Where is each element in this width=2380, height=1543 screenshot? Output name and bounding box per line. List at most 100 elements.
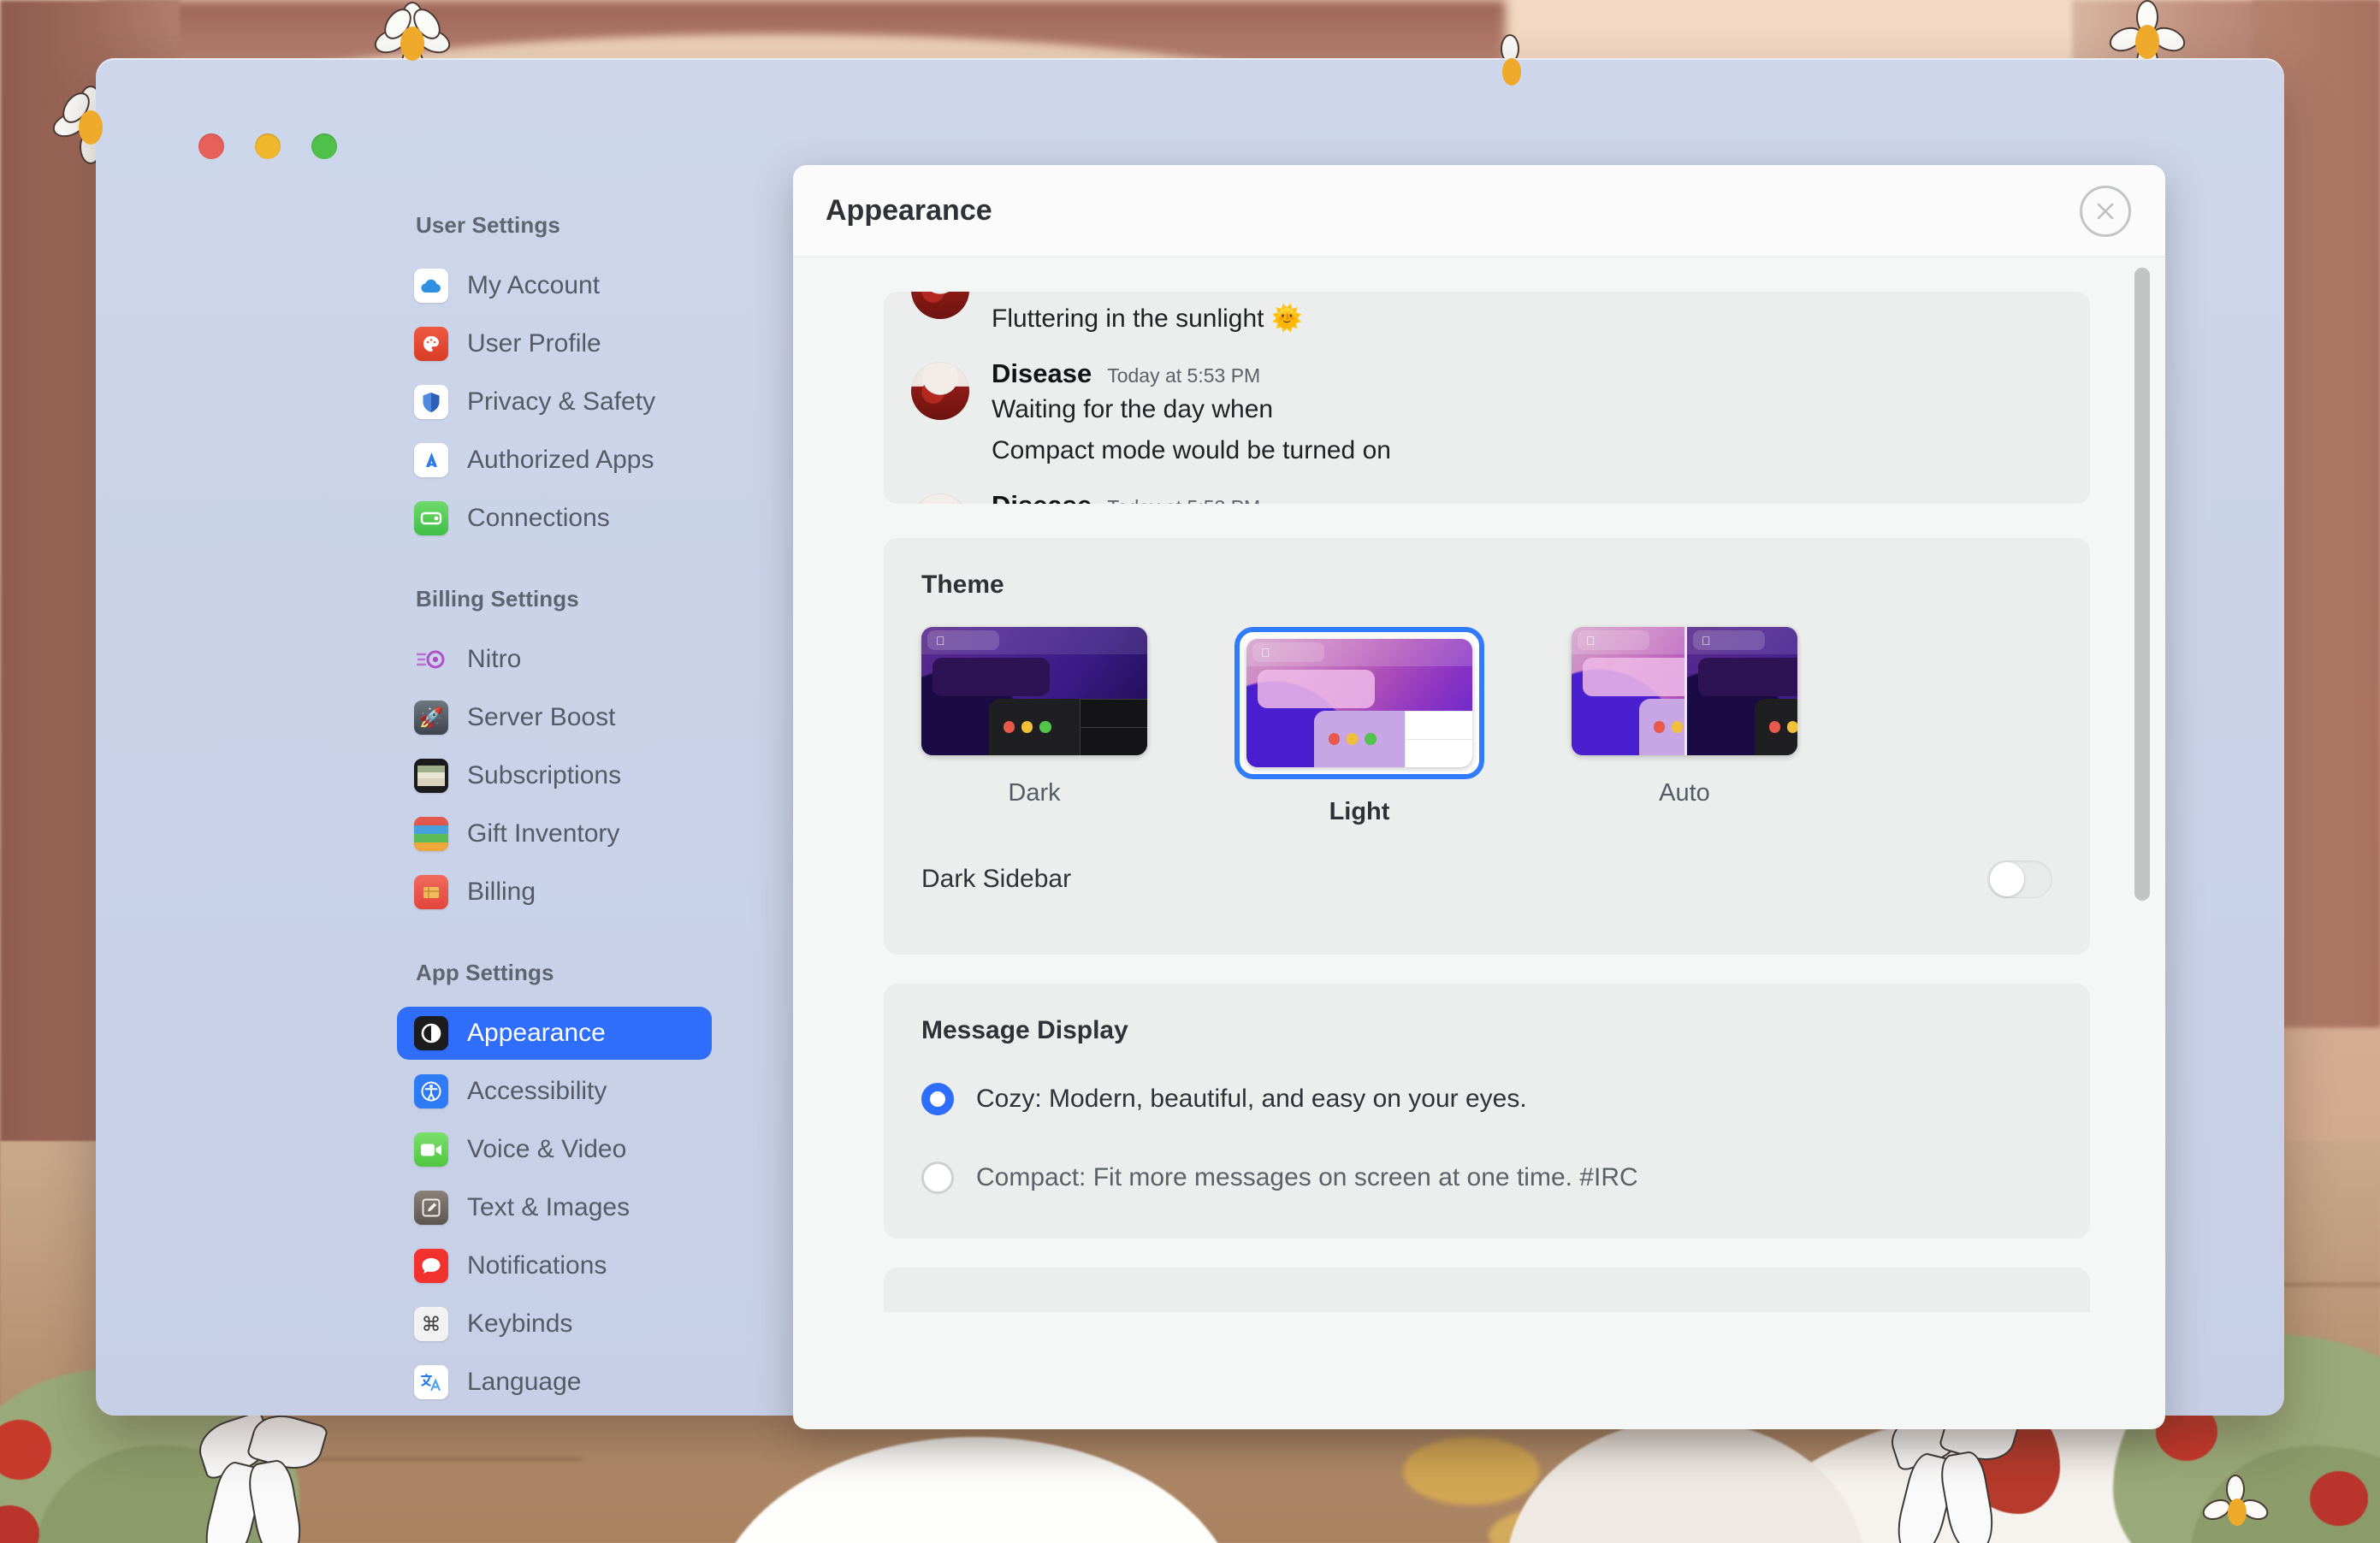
thumb-dot-green bbox=[1039, 721, 1051, 733]
thumb-dot-green bbox=[1365, 733, 1376, 745]
thumb-apple-pill:  bbox=[1693, 630, 1766, 651]
thumb-dock bbox=[1755, 699, 1797, 755]
sidebar-item-appearance[interactable]: Appearance bbox=[397, 1007, 712, 1060]
preview-message-author: Disease bbox=[992, 358, 1092, 388]
preview-message: Disease Today at 5:53 PM Waiting for the… bbox=[884, 358, 2090, 471]
thumb-window bbox=[1583, 658, 1684, 696]
dark-sidebar-label: Dark Sidebar bbox=[921, 865, 1072, 893]
sidebar-item-label: Voice & Video bbox=[467, 1135, 627, 1163]
sidebar-item-keybinds[interactable]: ⌘ Keybinds bbox=[397, 1298, 712, 1351]
wallet-icon bbox=[414, 759, 448, 793]
avatar bbox=[911, 292, 969, 319]
close-icon[interactable] bbox=[2080, 185, 2131, 237]
theme-thumb-wrap-dark:  bbox=[921, 627, 1147, 755]
thumb-menubar:  bbox=[1687, 627, 1797, 654]
sidebar-section-header-user-settings: User Settings bbox=[416, 212, 560, 238]
thumb-dot-yellow bbox=[1672, 721, 1684, 733]
window-close-button[interactable] bbox=[198, 133, 224, 159]
thumb-dot-yellow bbox=[1347, 733, 1359, 745]
sidebar-item-privacy-safety[interactable]: Privacy & Safety bbox=[397, 375, 712, 429]
preview-message-line: Compact mode would be turned on bbox=[992, 436, 1391, 464]
thumb-window bbox=[1258, 670, 1376, 708]
preview-message-timestamp: Today at 5:53 PM bbox=[1107, 364, 1261, 387]
sidebar-item-subscriptions[interactable]: Subscriptions bbox=[397, 749, 712, 802]
thumb-dot-red bbox=[1653, 721, 1666, 733]
radio-indicator[interactable] bbox=[921, 1083, 954, 1115]
theme-option-label: Auto bbox=[1659, 779, 1710, 807]
settings-sidebar: User Settings My Account User Profile Pr… bbox=[96, 212, 772, 1416]
radio-label: Compact: Fit more messages on screen at … bbox=[976, 1163, 1638, 1191]
theme-section: Theme  bbox=[884, 538, 2090, 955]
sidebar-item-authorized-apps[interactable]: Authorized Apps bbox=[397, 434, 712, 487]
sidebar-item-voice-video[interactable]: Voice & Video bbox=[397, 1123, 712, 1176]
cloud-icon bbox=[414, 269, 448, 303]
thumb-dock bbox=[989, 699, 1147, 755]
window-zoom-button[interactable] bbox=[311, 133, 337, 159]
theme-option-auto[interactable]:  bbox=[1572, 627, 1797, 826]
theme-option-light[interactable]:  bbox=[1234, 627, 1484, 826]
shield-icon bbox=[414, 385, 448, 419]
theme-options:  bbox=[884, 600, 2090, 826]
theme-thumb-wrap-auto:  bbox=[1572, 627, 1797, 755]
wallpaper-daisy bbox=[2199, 1475, 2271, 1543]
preview-message-line: Waiting for the day when bbox=[992, 395, 1274, 423]
sidebar-item-nitro[interactable]: Nitro bbox=[397, 633, 712, 686]
app-store-icon bbox=[414, 443, 448, 477]
avatar bbox=[911, 494, 969, 504]
sidebar-item-my-account[interactable]: My Account bbox=[397, 259, 712, 312]
sidebar-item-billing[interactable]: Billing bbox=[397, 866, 712, 919]
message-display-options: Cozy: Modern, beautiful, and easy on you… bbox=[884, 1045, 2090, 1239]
theme-thumbnail-light:  bbox=[1246, 639, 1472, 767]
thumb-dot-red bbox=[1328, 733, 1341, 745]
credit-card-icon bbox=[414, 875, 448, 909]
close-x-glyph bbox=[2097, 203, 2114, 219]
gift-icon bbox=[414, 817, 448, 851]
modal-scrollbar[interactable] bbox=[2134, 257, 2150, 1429]
modal-scroll-area[interactable]: Look at me I'm a beautiful butterfly Flu… bbox=[793, 257, 2165, 1429]
sidebar-item-label: Gift Inventory bbox=[467, 819, 620, 848]
sidebar-item-label: Language bbox=[467, 1368, 582, 1396]
sidebar-item-label: Appearance bbox=[467, 1019, 606, 1047]
link-icon bbox=[414, 501, 448, 535]
thumb-dot-red bbox=[1003, 721, 1015, 733]
thumb-half-dark:  bbox=[1684, 627, 1797, 755]
preview-message-timestamp: Today at 5:53 PM bbox=[1107, 496, 1260, 504]
camera-icon bbox=[414, 1132, 448, 1167]
radio-option-cozy[interactable]: Cozy: Modern, beautiful, and easy on you… bbox=[921, 1083, 2090, 1115]
message-preview-card: Look at me I'm a beautiful butterfly Flu… bbox=[884, 292, 2090, 504]
modal-scrollbar-thumb[interactable] bbox=[2134, 268, 2150, 901]
sidebar-item-language[interactable]: Language bbox=[397, 1356, 712, 1409]
sidebar-item-accessibility[interactable]: Accessibility bbox=[397, 1065, 712, 1118]
preview-message-meta: Disease Today at 5:53 PM bbox=[992, 358, 1391, 389]
accessibility-icon bbox=[414, 1074, 448, 1108]
sidebar-item-server-boost[interactable]: 🚀 Server Boost bbox=[397, 691, 712, 744]
sidebar-section-header-billing-settings: Billing Settings bbox=[416, 586, 579, 612]
settings-window: User Settings My Account User Profile Pr… bbox=[96, 58, 2284, 1429]
sidebar-item-user-profile[interactable]: User Profile bbox=[397, 317, 712, 370]
apple-logo-icon:  bbox=[936, 635, 945, 647]
sidebar-item-label: Server Boost bbox=[467, 703, 616, 731]
window-traffic-lights[interactable] bbox=[198, 133, 337, 159]
radio-option-compact[interactable]: Compact: Fit more messages on screen at … bbox=[921, 1162, 2090, 1194]
theme-thumb-wrap-light:  bbox=[1234, 627, 1484, 779]
next-section-stub bbox=[884, 1268, 2090, 1312]
preview-message: Look at me I'm a beautiful butterfly Flu… bbox=[884, 292, 2090, 340]
theme-option-dark[interactable]:  bbox=[921, 627, 1147, 826]
nitro-icon bbox=[414, 642, 448, 677]
window-minimize-button[interactable] bbox=[255, 133, 281, 159]
sidebar-item-notifications[interactable]: Notifications bbox=[397, 1239, 712, 1292]
sidebar-item-label: Authorized Apps bbox=[467, 446, 654, 474]
dark-sidebar-toggle[interactable] bbox=[1987, 860, 2052, 898]
theme-thumbnail-auto:  bbox=[1572, 627, 1797, 755]
preview-message-body: Look at me I'm a beautiful butterfly Flu… bbox=[992, 292, 1383, 340]
theme-option-label: Dark bbox=[1008, 779, 1061, 807]
sidebar-item-label: Connections bbox=[467, 504, 610, 532]
sidebar-item-connections[interactable]: Connections bbox=[397, 492, 712, 545]
sidebar-item-text-images[interactable]: Text & Images bbox=[397, 1181, 712, 1234]
appearance-settings-modal: Appearance Look at me I'm a beautiful bu… bbox=[793, 165, 2165, 1429]
radio-indicator[interactable] bbox=[921, 1162, 954, 1194]
wallpaper-berry bbox=[2310, 1471, 2368, 1526]
sidebar-item-gift-inventory[interactable]: Gift Inventory bbox=[397, 807, 712, 860]
preview-message-body: Disease Today at 5:53 PM bbox=[992, 490, 1260, 504]
message-preview-clip: Look at me I'm a beautiful butterfly Flu… bbox=[884, 292, 2090, 504]
